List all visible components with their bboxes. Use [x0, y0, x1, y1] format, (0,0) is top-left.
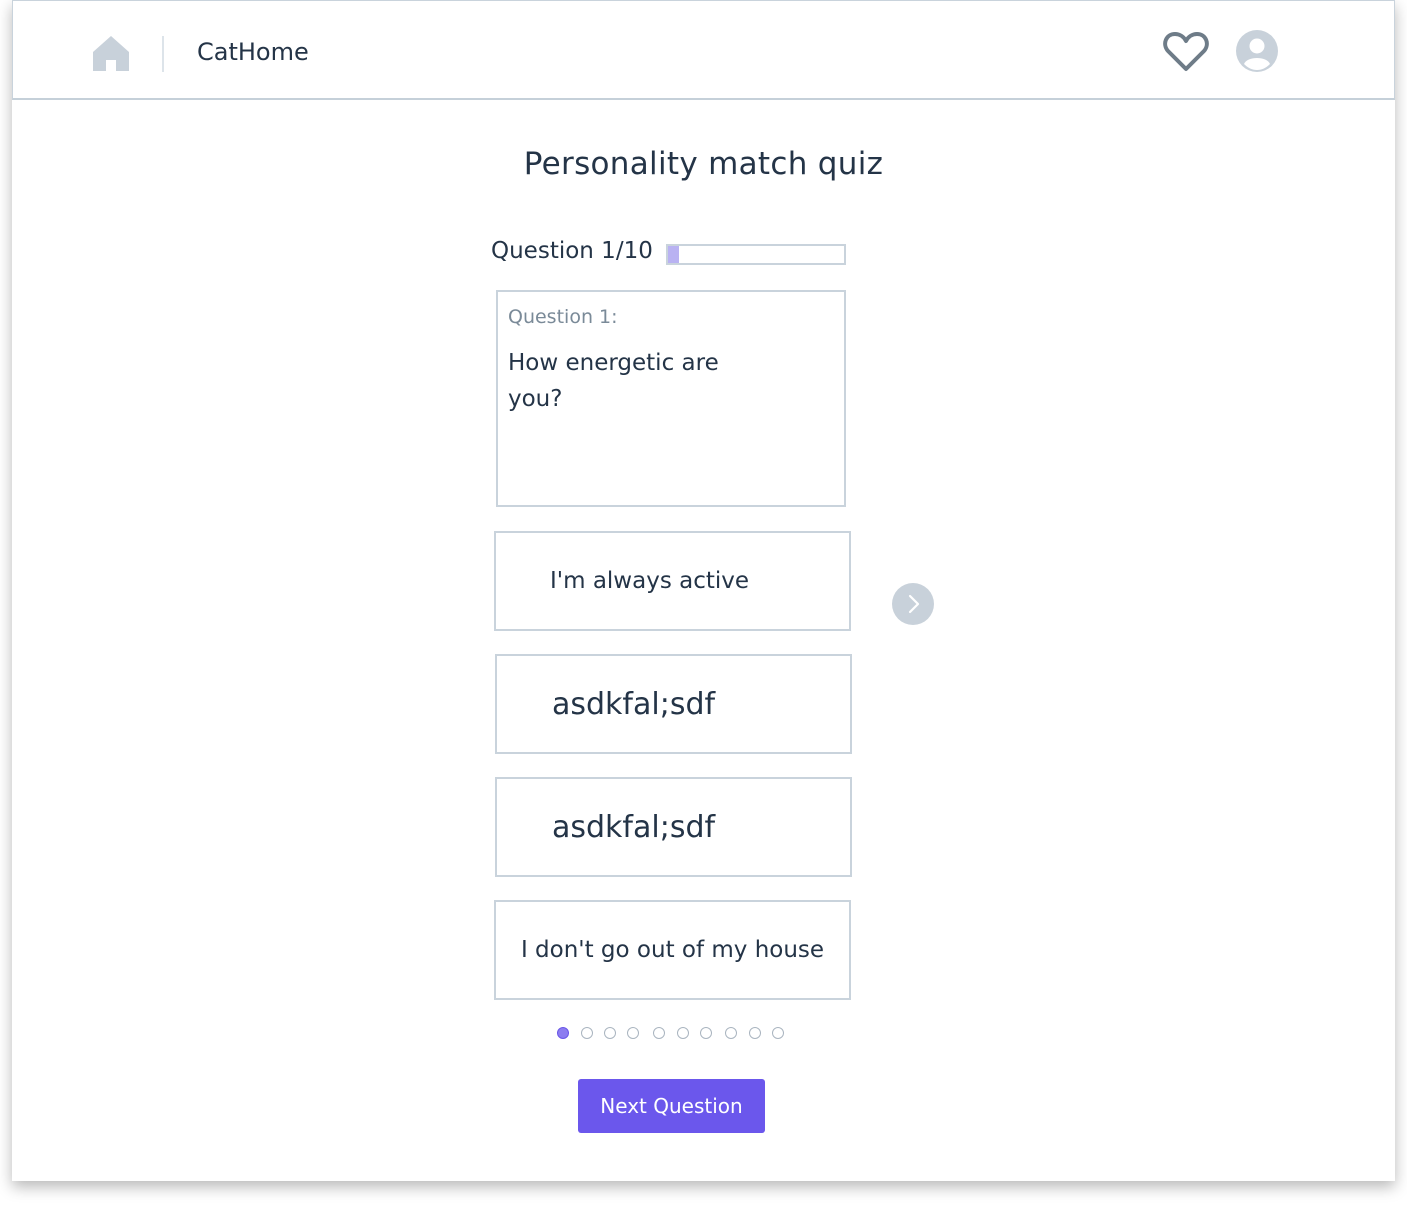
favorites-heart-icon[interactable]: [1163, 31, 1209, 73]
top-nav-bar: CatHome: [12, 0, 1395, 100]
pagination-dot[interactable]: [772, 1027, 784, 1039]
answer-option-label: I don't go out of my house: [520, 937, 825, 963]
question-number: Question 1:: [508, 306, 618, 328]
user-avatar-icon[interactable]: [1236, 30, 1278, 72]
pagination-dot[interactable]: [653, 1027, 665, 1039]
answer-option-label: asdkfal;sdf: [552, 809, 716, 845]
pagination-dot[interactable]: [627, 1027, 639, 1039]
answer-option-label: asdkfal;sdf: [552, 686, 716, 722]
chevron-right-icon: [908, 594, 920, 614]
app-window: CatHome Personality match quiz Question …: [12, 0, 1395, 1181]
pagination-dot[interactable]: [604, 1027, 616, 1039]
next-arrow-button[interactable]: [892, 583, 934, 625]
brand-name[interactable]: CatHome: [197, 38, 309, 66]
next-question-button[interactable]: Next Question: [578, 1079, 765, 1133]
pagination-dot[interactable]: [581, 1027, 593, 1039]
progress-bar: [666, 244, 846, 265]
answer-option-4[interactable]: I don't go out of my house: [494, 900, 851, 1000]
progress-label: Question 1/10: [491, 238, 653, 264]
header-divider: [162, 36, 164, 72]
answer-option-2[interactable]: asdkfal;sdf: [495, 654, 852, 754]
question-card: Question 1: How energetic are you?: [496, 290, 846, 507]
pagination-dot[interactable]: [557, 1027, 569, 1039]
progress-bar-fill: [668, 246, 679, 263]
pagination-dot[interactable]: [749, 1027, 761, 1039]
page-title: Personality match quiz: [523, 146, 884, 182]
pagination-dot[interactable]: [700, 1027, 712, 1039]
question-text: How energetic are you?: [508, 350, 719, 412]
answer-option-1[interactable]: I'm always active: [494, 531, 851, 631]
pagination-dot[interactable]: [725, 1027, 737, 1039]
answer-option-3[interactable]: asdkfal;sdf: [495, 777, 852, 877]
answer-option-label: I'm always active: [550, 568, 750, 594]
home-icon[interactable]: [91, 33, 131, 73]
pagination-dot[interactable]: [677, 1027, 689, 1039]
